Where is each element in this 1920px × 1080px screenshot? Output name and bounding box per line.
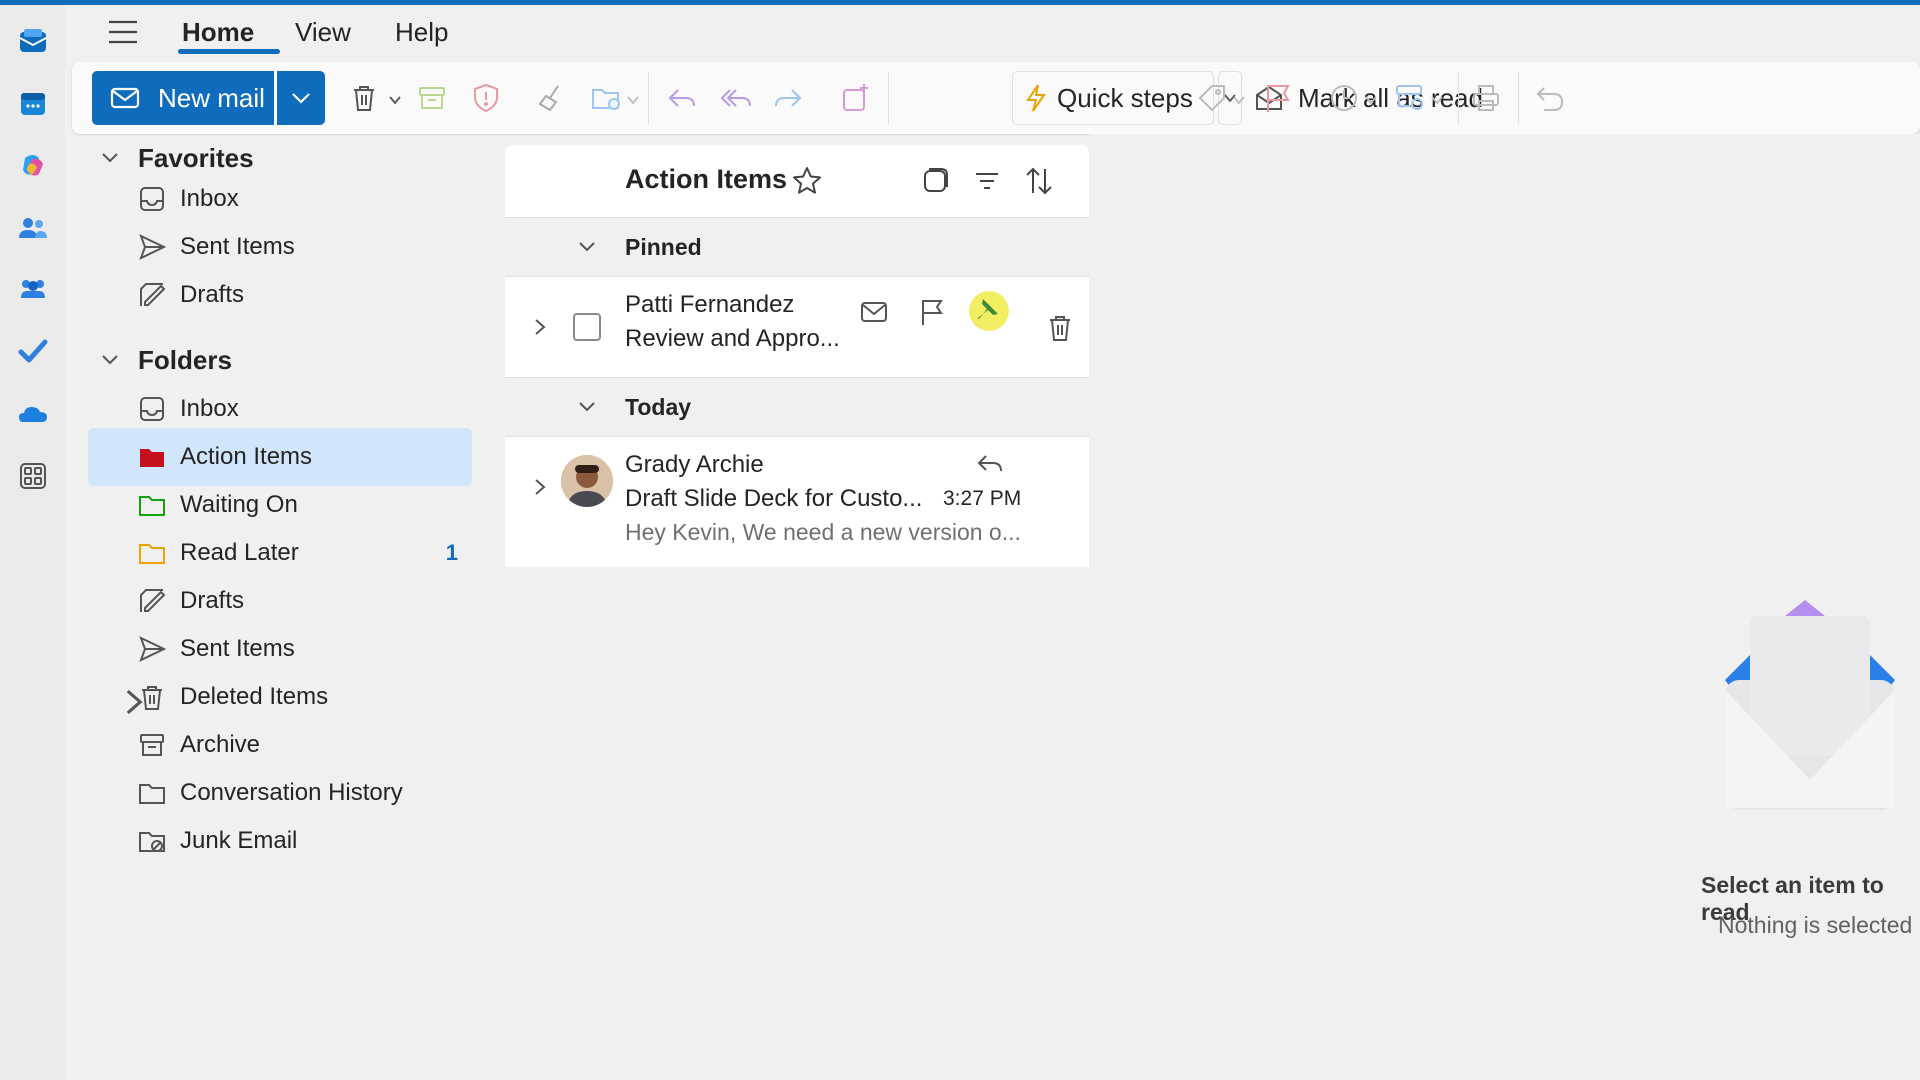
flag-icon[interactable]	[917, 297, 947, 327]
print-icon[interactable]	[1470, 82, 1502, 114]
chevron-right-icon[interactable]	[533, 317, 547, 337]
replied-icon	[975, 449, 1005, 479]
send-icon	[139, 636, 166, 662]
inbox-icon	[140, 187, 164, 211]
move-to-icon[interactable]	[590, 82, 622, 114]
tag-icon[interactable]	[1196, 82, 1228, 114]
folder-icon	[139, 784, 165, 804]
archive-icon[interactable]	[416, 82, 448, 114]
chevron-down-icon	[102, 153, 118, 163]
drafts-icon	[140, 283, 166, 306]
hamburger-menu-icon[interactable]	[107, 19, 139, 45]
flag-icon[interactable]	[1262, 82, 1294, 114]
ribbon-divider	[888, 72, 889, 124]
message-list: Action Items Pinned Patti Fernandez Revi…	[505, 145, 1089, 1080]
teams-icon[interactable]	[14, 271, 52, 309]
mark-all-read-label: Mark all as read	[1298, 82, 1483, 113]
ribbon-divider	[648, 72, 649, 124]
sort-icon[interactable]	[1023, 165, 1055, 197]
sweep-icon[interactable]	[536, 82, 568, 114]
reply-icon[interactable]	[666, 82, 698, 114]
delete-dropdown-icon[interactable]	[388, 92, 402, 105]
calendar-icon[interactable]	[14, 85, 52, 123]
lightning-icon	[1026, 84, 1046, 112]
report-shield-icon[interactable]	[470, 82, 502, 114]
delete-icon[interactable]	[1045, 313, 1075, 343]
new-mail-dropdown[interactable]	[277, 71, 325, 125]
folders-header[interactable]: Folders	[100, 336, 232, 384]
move-dropdown-icon[interactable]	[626, 92, 640, 105]
chevron-right-icon[interactable]	[533, 477, 547, 497]
ribbon-divider	[1458, 72, 1459, 124]
folder-item-junk-email[interactable]: Junk Email	[88, 812, 472, 870]
message-list-header: Action Items	[505, 145, 1089, 217]
tab-view[interactable]: View	[295, 17, 351, 48]
junk-icon	[139, 832, 165, 852]
folder-icon	[139, 544, 165, 564]
empty-mail-illustration	[1700, 580, 1920, 820]
message-sender: Patti Fernandez	[625, 291, 795, 318]
inbox-icon	[140, 397, 164, 421]
message-subject: Review and Appro...	[625, 325, 840, 352]
empty-state-subtitle: Nothing is selected	[1718, 912, 1913, 938]
folder-pane: Favorites Inbox Sent Items Drafts Folder…	[65, 134, 483, 1080]
list-item[interactable]: Grady Archie Draft Slide Deck for Custo.…	[505, 437, 1089, 567]
mail-icon[interactable]	[14, 23, 52, 61]
snooze-dropdown-icon[interactable]	[1364, 92, 1378, 105]
quick-steps-button[interactable]: Quick steps	[1012, 71, 1214, 125]
section-header-pinned[interactable]: Pinned	[505, 217, 1089, 277]
new-mail-button[interactable]: New mail	[92, 71, 274, 125]
message-list-title: Action Items	[625, 164, 788, 194]
app-rail	[0, 5, 65, 1080]
folder-icon	[139, 496, 165, 516]
active-tab-indicator	[178, 49, 280, 54]
mail-icon	[110, 87, 140, 109]
folder-icon	[140, 449, 164, 467]
chevron-down-icon	[579, 242, 595, 252]
quick-steps-label: Quick steps	[1057, 82, 1193, 113]
message-time: 3:27 PM	[943, 487, 1022, 510]
copilot-icon[interactable]	[14, 147, 52, 185]
archive-icon	[140, 734, 164, 756]
pin-icon[interactable]	[973, 295, 1003, 325]
message-sender: Grady Archie	[625, 451, 764, 478]
filter-icon[interactable]	[971, 165, 1003, 197]
mark-read-icon[interactable]	[859, 297, 889, 327]
message-subject: Draft Slide Deck for Custo...	[625, 485, 923, 512]
favorite-star-icon[interactable]	[791, 165, 823, 197]
snooze-clock-icon[interactable]	[1328, 82, 1360, 114]
reply-all-icon[interactable]	[720, 82, 752, 114]
chevron-down-icon	[102, 355, 118, 365]
header-tabs: Home View Help	[65, 5, 1920, 62]
undo-icon[interactable]	[1534, 82, 1566, 114]
ribbon-divider	[1518, 72, 1519, 124]
tab-home[interactable]: Home	[182, 17, 254, 48]
send-icon	[139, 234, 166, 260]
unread-count-badge: 1	[445, 540, 458, 565]
rules-icon[interactable]	[1394, 82, 1426, 114]
ribbon-toolbar: New mail Quick steps Mark all as read	[72, 62, 1920, 134]
avatar	[561, 455, 613, 507]
forward-icon[interactable]	[772, 82, 804, 114]
list-item[interactable]: Patti Fernandez Review and Appro...	[505, 277, 1089, 377]
message-preview: Hey Kevin, We need a new version o...	[625, 519, 1021, 545]
drafts-icon	[140, 589, 166, 612]
more-apps-icon[interactable]	[14, 457, 52, 495]
people-icon[interactable]	[14, 209, 52, 247]
todo-icon[interactable]	[14, 333, 52, 371]
tag-dropdown-icon[interactable]	[1232, 92, 1246, 105]
select-checkbox[interactable]	[573, 313, 601, 341]
delete-icon[interactable]	[348, 82, 380, 114]
chevron-down-icon	[292, 93, 310, 104]
section-header-today[interactable]: Today	[505, 377, 1089, 437]
chevron-right-icon[interactable]	[120, 688, 148, 716]
favorites-item-drafts[interactable]: Drafts	[88, 266, 472, 324]
tab-help[interactable]: Help	[395, 17, 448, 48]
select-mode-icon[interactable]	[919, 165, 951, 197]
onedrive-icon[interactable]	[14, 395, 52, 433]
new-mail-label: New mail	[158, 82, 265, 113]
apps-add-icon[interactable]	[840, 82, 872, 114]
chevron-down-icon	[579, 402, 595, 412]
rules-dropdown-icon[interactable]	[1430, 92, 1444, 105]
